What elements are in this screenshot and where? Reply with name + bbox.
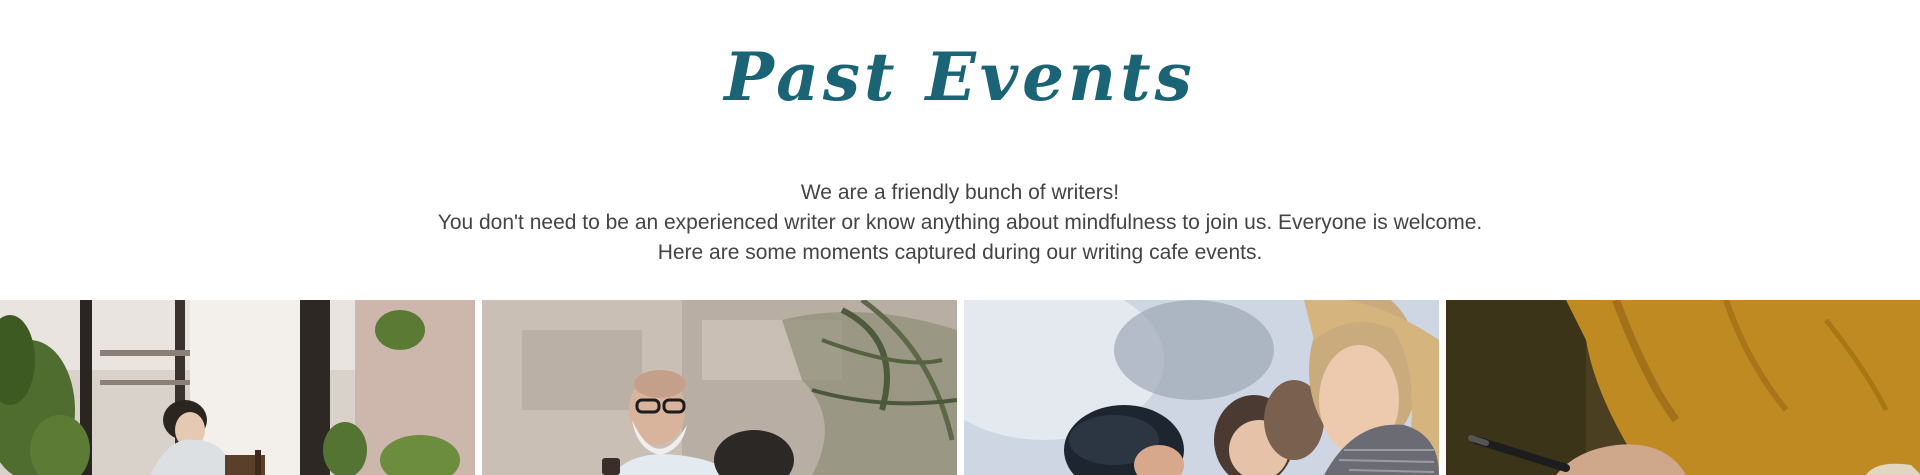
- intro-line: You don't need to be an experienced writ…: [437, 211, 1483, 234]
- intro-text: We are a friendly bunch of writers! You …: [0, 178, 1920, 268]
- women-chatting-image: [964, 300, 1439, 475]
- section-title: Past Events: [724, 38, 1196, 116]
- gallery-photo-1[interactable]: [0, 300, 475, 475]
- bearded-man-image: [482, 300, 957, 475]
- event-photo-gallery: [0, 300, 1920, 475]
- gallery-photo-2[interactable]: [482, 300, 957, 475]
- gallery-photo-4[interactable]: [1446, 300, 1920, 475]
- intro-line: We are a friendly bunch of writers!: [800, 181, 1120, 204]
- past-events-section: Past Events We are a friendly bunch of w…: [0, 0, 1920, 475]
- intro-line: Here are some moments captured during ou…: [657, 241, 1263, 264]
- gallery-photo-3[interactable]: [964, 300, 1439, 475]
- woman-writing-image: [0, 300, 475, 475]
- hands-writing-image: [1446, 300, 1920, 475]
